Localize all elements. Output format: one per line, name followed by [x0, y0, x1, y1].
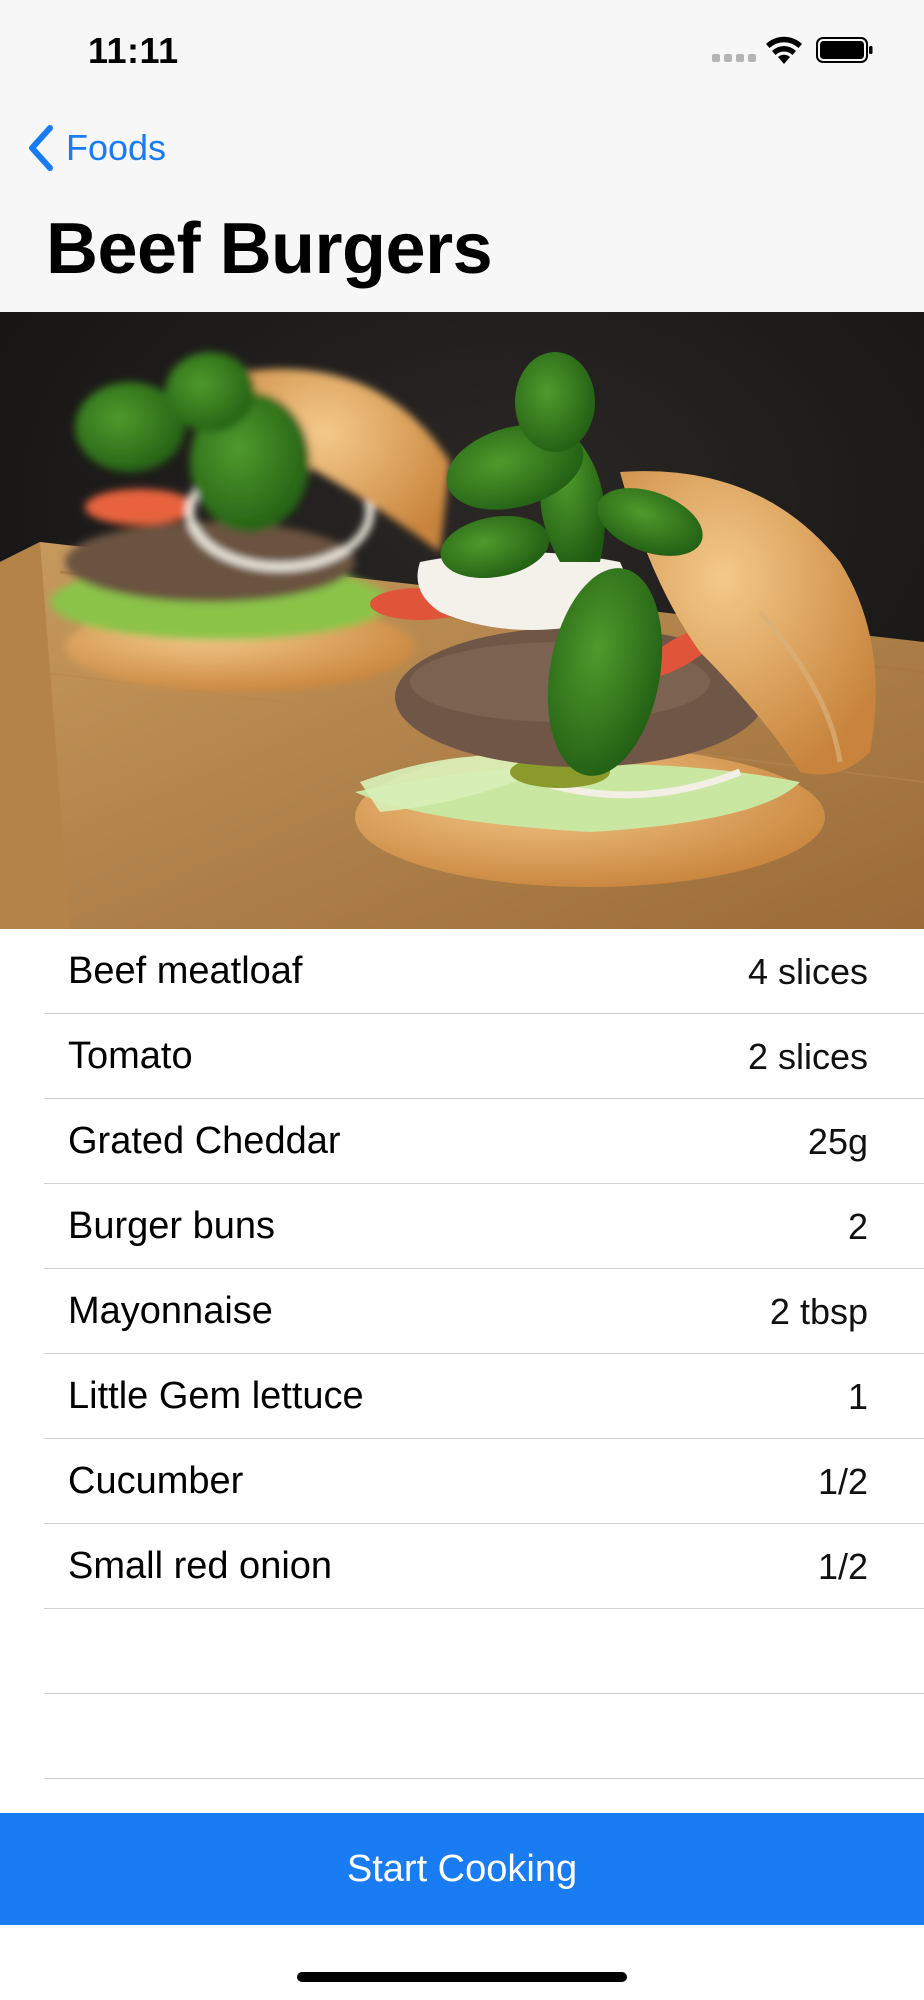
- recipe-detail-screen: 11:11 Foods Beef Burgers Beef meatloaf 4…: [0, 0, 924, 2000]
- empty-list-row: [0, 1609, 924, 1694]
- ingredient-name: Small red onion: [68, 1545, 333, 1587]
- ingredient-name: Beef meatloaf: [68, 950, 303, 992]
- ingredient-quantity: 2: [847, 1205, 868, 1247]
- status-bar: 11:11: [0, 0, 924, 100]
- list-item[interactable]: Small red onion 1/2: [0, 1524, 924, 1609]
- list-item[interactable]: Tomato 2 slices: [0, 1014, 924, 1099]
- ingredient-quantity: 25g: [807, 1120, 868, 1162]
- home-indicator[interactable]: [297, 1972, 627, 1982]
- chevron-left-icon: [29, 125, 53, 171]
- recipe-photo: [0, 312, 924, 929]
- empty-list-row: [0, 1694, 924, 1779]
- start-cooking-button[interactable]: Start Cooking: [0, 1813, 924, 1925]
- ingredient-name: Little Gem lettuce: [68, 1375, 364, 1417]
- ingredient-name: Mayonnaise: [68, 1290, 273, 1332]
- wifi-icon: [766, 36, 802, 64]
- status-time: 11:11: [88, 30, 179, 71]
- cellular-signal-icon: [712, 54, 756, 64]
- list-item[interactable]: Little Gem lettuce 1: [0, 1354, 924, 1439]
- list-item[interactable]: Beef meatloaf 4 slices: [0, 929, 924, 1014]
- ingredient-name: Grated Cheddar: [68, 1120, 341, 1162]
- ingredient-quantity: 1/2: [817, 1460, 868, 1502]
- ingredient-quantity: 1: [847, 1375, 868, 1417]
- list-item[interactable]: Burger buns 2: [0, 1184, 924, 1269]
- navigation-bar: 11:11 Foods Beef Burgers: [0, 0, 924, 312]
- ingredient-quantity: 2 tbsp: [769, 1290, 868, 1332]
- ingredients-list: Beef meatloaf 4 slices Tomato 2 slices G…: [0, 929, 924, 1779]
- list-item[interactable]: Grated Cheddar 25g: [0, 1099, 924, 1184]
- list-item[interactable]: Mayonnaise 2 tbsp: [0, 1269, 924, 1354]
- back-button-label: Foods: [66, 127, 167, 168]
- ingredient-name: Burger buns: [68, 1205, 276, 1247]
- ingredient-name: Cucumber: [68, 1460, 244, 1502]
- list-item[interactable]: Cucumber 1/2: [0, 1439, 924, 1524]
- ingredient-quantity: 1/2: [817, 1545, 868, 1587]
- page-title: Beef Burgers: [46, 209, 493, 289]
- ingredient-name: Tomato: [68, 1035, 193, 1077]
- battery-icon: [816, 37, 873, 63]
- ingredient-quantity: 4 slices: [747, 950, 868, 992]
- back-button[interactable]: Foods: [26, 120, 166, 176]
- ingredient-quantity: 2 slices: [747, 1035, 868, 1077]
